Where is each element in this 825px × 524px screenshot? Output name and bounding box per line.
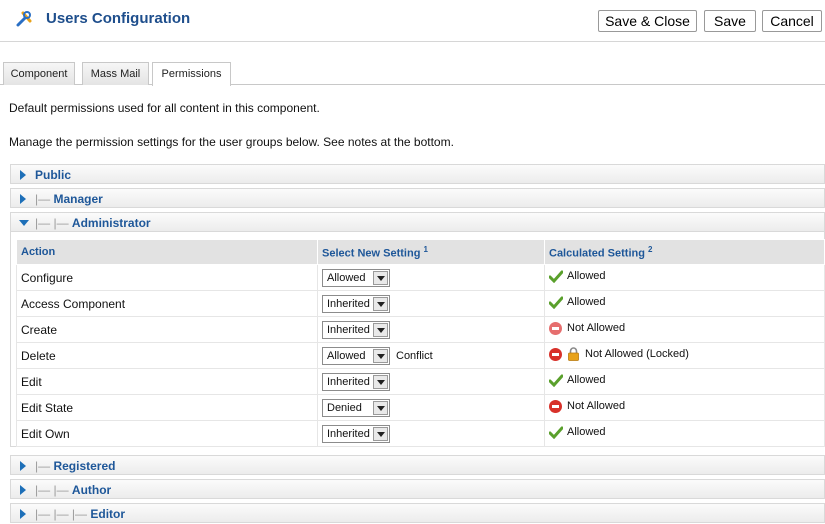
no-entry-icon [549,347,562,361]
action-label: Edit State [16,394,318,421]
calculated-setting: Allowed [567,270,606,282]
setting-select[interactable]: Inherited [322,320,390,339]
footnote-1[interactable]: 1 [423,245,427,254]
triangle-right-icon [20,485,26,495]
tab-bar: Component Mass Mail Permissions [0,61,825,86]
action-label: Delete [16,342,318,369]
chevron-down-icon[interactable] [373,270,388,285]
chevron-down-icon[interactable] [373,426,388,441]
table-row: Configure Allowed Allowed [16,264,825,291]
table-row: Edit Own Inherited Allowed [16,420,825,447]
description-manage: Manage the permission settings for the u… [9,135,454,149]
save-button[interactable]: Save [704,10,756,32]
tools-icon [14,9,34,29]
check-icon [548,374,564,387]
action-label: Edit [16,368,318,395]
no-entry-icon [549,321,562,335]
group-prefix: |— [35,192,54,206]
tab-component[interactable]: Component [3,62,75,85]
save-close-button[interactable]: Save & Close [598,10,697,32]
setting-select[interactable]: Allowed [322,268,390,287]
check-icon [548,426,564,439]
description-default: Default permissions used for all content… [9,101,320,115]
action-label: Create [16,316,318,343]
calculated-setting: Not Allowed [567,400,626,412]
calculated-setting: Not Allowed [567,322,626,334]
cancel-button[interactable]: Cancel [762,10,822,32]
permissions-table: Action Select New Setting 1 Calculated S… [16,239,825,447]
column-header-select: Select New Setting 1 [317,239,545,265]
padlock-icon [567,347,580,362]
chevron-down-icon[interactable] [373,400,388,415]
calculated-setting: Allowed [567,296,606,308]
setting-select[interactable]: Allowed [322,346,390,365]
chevron-down-icon[interactable] [373,322,388,337]
group-name: Author [71,483,112,497]
group-public[interactable]: Public [10,164,825,184]
chevron-down-icon[interactable] [373,296,388,311]
group-name: Registered [53,459,116,473]
no-entry-icon [549,399,562,413]
group-prefix: |— |— |— [35,507,91,521]
group-name: Editor [90,507,126,521]
footnote-2[interactable]: 2 [648,245,652,254]
check-icon [548,270,564,283]
tab-permissions[interactable]: Permissions [152,62,231,86]
group-prefix: |— [35,459,54,473]
group-manager[interactable]: |— Manager [10,188,825,208]
column-header-calculated: Calculated Setting 2 [544,239,825,265]
table-row: Edit Inherited Allowed [16,368,825,395]
conflict-note: Conflict [396,349,433,362]
group-administrator[interactable]: |— |— Administrator [10,212,825,232]
group-name: Administrator [71,216,151,230]
table-row: Delete Allowed Conflict Not Allowed (Lock… [16,342,825,369]
triangle-right-icon [20,170,26,180]
table-row: Access Component Inherited Allowed [16,290,825,317]
setting-select[interactable]: Inherited [322,372,390,391]
group-editor[interactable]: |— |— |— Editor [10,503,825,523]
triangle-right-icon [20,194,26,204]
group-registered[interactable]: |— Registered [10,455,825,475]
triangle-right-icon [20,461,26,471]
toolbar-header: Users Configuration Save & Close Save Ca… [0,0,825,42]
calculated-setting: Not Allowed (Locked) [585,348,689,361]
table-row: Create Inherited Not Allowed [16,316,825,343]
chevron-down-icon[interactable] [373,348,388,363]
calculated-setting: Allowed [567,374,606,386]
calculated-setting: Allowed [567,426,606,438]
group-author[interactable]: |— |— Author [10,479,825,499]
action-label: Configure [16,264,318,291]
check-icon [548,296,564,309]
chevron-down-icon[interactable] [373,374,388,389]
group-name: Public [35,168,72,182]
page-title: Users Configuration [46,10,191,27]
group-prefix: |— |— [35,216,72,230]
setting-select[interactable]: Inherited [322,424,390,443]
triangle-right-icon [20,509,26,519]
table-row: Edit State Denied Not Allowed [16,394,825,421]
setting-select[interactable]: Denied [322,398,390,417]
column-header-action: Action [16,239,318,265]
tab-mass-mail[interactable]: Mass Mail [82,62,149,85]
group-name: Manager [53,192,103,206]
triangle-down-icon [19,220,29,226]
action-label: Access Component [16,290,318,317]
action-label: Edit Own [16,420,318,447]
group-prefix: |— |— [35,483,72,497]
setting-select[interactable]: Inherited [322,294,390,313]
